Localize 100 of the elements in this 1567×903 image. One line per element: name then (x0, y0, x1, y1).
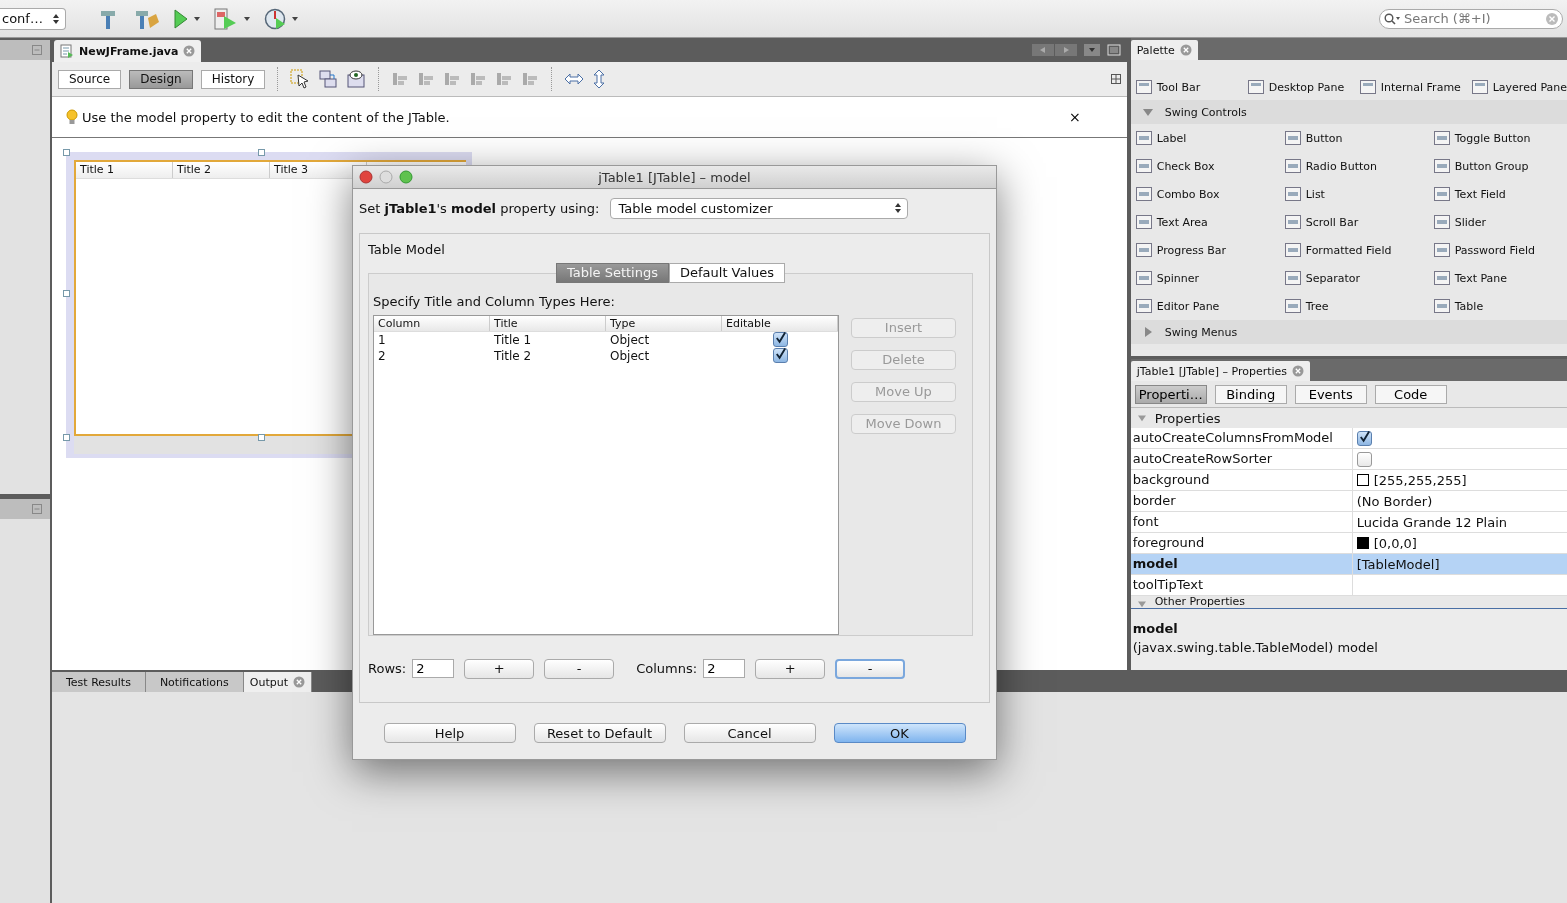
properties-view-tab[interactable]: Binding (1214, 384, 1287, 404)
count-field[interactable]: 2 (412, 659, 455, 679)
gauge-icon[interactable] (263, 7, 286, 30)
property-row[interactable]: background [255,255,255] (1130, 470, 1567, 491)
dialog-button[interactable]: Help (383, 723, 516, 743)
window-controls-icon[interactable] (359, 170, 413, 184)
search-field[interactable]: Search (⌘+I) (1379, 8, 1563, 29)
horizontal-resize-icon[interactable] (564, 72, 585, 86)
palette-item[interactable]: Toggle Button (1433, 124, 1567, 152)
maximize-icon[interactable] (1106, 44, 1121, 56)
resize-handle[interactable] (63, 434, 70, 441)
step-button[interactable]: + (464, 659, 535, 679)
dialog-button[interactable]: Cancel (683, 723, 816, 743)
step-button[interactable]: - (835, 659, 906, 679)
palette-item[interactable]: Desktop Pane (1247, 73, 1360, 101)
step-button[interactable]: - (544, 659, 615, 679)
palette-item[interactable]: Text Area (1135, 208, 1285, 236)
close-button[interactable]: × (1064, 109, 1085, 125)
palette-item[interactable]: Spinner (1135, 264, 1285, 292)
palette-item[interactable]: Separator (1284, 264, 1434, 292)
checkbox[interactable] (1356, 451, 1372, 467)
column-header[interactable]: Column (374, 316, 490, 331)
resize-handle[interactable] (63, 149, 70, 156)
palette-item[interactable]: Text Field (1433, 180, 1567, 208)
property-row[interactable]: border (No Border) (1130, 491, 1567, 512)
property-row[interactable]: autoCreateColumnsFromModel (1130, 428, 1567, 449)
palette-category[interactable]: Swing Menus (1130, 320, 1567, 344)
step-button[interactable]: + (755, 659, 826, 679)
checkbox[interactable] (772, 348, 788, 364)
palette-item[interactable]: Button (1284, 124, 1434, 152)
editor-combo[interactable]: Table model customizer (609, 197, 908, 219)
caret-icon[interactable] (291, 16, 298, 21)
debug-icon[interactable] (213, 7, 238, 30)
dropdown-icon[interactable] (1083, 44, 1100, 56)
align-icon[interactable] (521, 70, 540, 88)
palette-item[interactable]: Table (1433, 292, 1567, 320)
output-tab[interactable]: Output (243, 672, 312, 692)
property-category[interactable]: Properties (1130, 408, 1567, 428)
close-icon[interactable] (1179, 44, 1192, 56)
palette-item[interactable]: Tree (1284, 292, 1434, 320)
dialog-button[interactable]: OK (833, 723, 966, 743)
palette-item[interactable]: Scroll Bar (1284, 208, 1434, 236)
align-icon[interactable] (391, 70, 410, 88)
view-toggle[interactable]: History (200, 69, 266, 89)
property-category[interactable]: Other Properties (1130, 596, 1567, 609)
grid-icon[interactable] (1110, 74, 1121, 84)
palette-item[interactable]: Layered Pane (1471, 73, 1567, 101)
view-toggle[interactable]: Design (129, 69, 193, 89)
scroll-right-icon[interactable] (1054, 44, 1077, 56)
palette-item[interactable]: Radio Button (1284, 152, 1434, 180)
palette-tab[interactable]: Palette (1130, 40, 1198, 60)
clear-icon[interactable] (1546, 12, 1558, 25)
align-icon[interactable] (443, 70, 462, 88)
properties-view-tab[interactable]: Properti… (1134, 384, 1207, 404)
count-field[interactable]: 2 (703, 659, 746, 679)
palette-item[interactable]: Formatted Field (1284, 236, 1434, 264)
dialog-tab[interactable]: Default Values (669, 263, 786, 283)
align-icon[interactable] (495, 70, 514, 88)
palette-item[interactable]: List (1284, 180, 1434, 208)
property-row[interactable]: autoCreateRowSorter (1130, 449, 1567, 470)
properties-tab[interactable]: jTable1 [JTable] – Properties (1130, 361, 1311, 381)
align-icon[interactable] (417, 70, 436, 88)
palette-category[interactable]: Swing Controls (1130, 100, 1567, 124)
palette-item[interactable]: Text Pane (1433, 264, 1567, 292)
palette-item[interactable]: Internal Frame (1359, 73, 1472, 101)
close-icon[interactable] (1292, 365, 1305, 377)
resize-handle[interactable] (63, 290, 70, 297)
palette-item[interactable]: Progress Bar (1135, 236, 1285, 264)
column-header[interactable]: Editable (722, 316, 838, 331)
palette-item[interactable]: Check Box (1135, 152, 1285, 180)
column-header[interactable]: Title (490, 316, 606, 331)
checkbox[interactable] (772, 332, 788, 348)
palette-item[interactable]: Password Field (1433, 236, 1567, 264)
palette-item[interactable]: Button Group (1433, 152, 1567, 180)
preview-icon[interactable] (346, 69, 367, 89)
resize-handle[interactable] (258, 149, 265, 156)
output-tab[interactable]: Notifications (145, 672, 244, 692)
file-tab[interactable]: NewJFrame.java (54, 40, 202, 62)
caret-icon[interactable] (193, 16, 200, 21)
align-icon[interactable] (469, 70, 488, 88)
play-icon[interactable] (173, 8, 188, 29)
output-tab[interactable]: Test Results (52, 672, 146, 692)
connection-icon[interactable] (318, 69, 339, 89)
properties-view-tab[interactable]: Code (1374, 384, 1447, 404)
resize-handle[interactable] (258, 434, 265, 441)
dialog-button[interactable]: Reset to Default (533, 723, 666, 743)
minimize-icon[interactable] (32, 504, 42, 514)
vertical-resize-icon[interactable] (592, 69, 607, 89)
palette-item[interactable]: Label (1135, 124, 1285, 152)
properties-view-tab[interactable]: Events (1294, 384, 1367, 404)
minimize-icon[interactable] (32, 45, 42, 55)
column-header[interactable]: Type (606, 316, 722, 331)
close-icon[interactable] (292, 676, 305, 688)
palette-item[interactable]: Editor Pane (1135, 292, 1285, 320)
property-row[interactable]: model [TableModel] (1130, 554, 1567, 575)
palette-item[interactable]: Slider (1433, 208, 1567, 236)
palette-item[interactable]: Tool Bar (1135, 73, 1248, 101)
checkbox[interactable] (1356, 430, 1372, 446)
view-toggle[interactable]: Source (58, 69, 122, 89)
palette-item[interactable]: Combo Box (1135, 180, 1285, 208)
